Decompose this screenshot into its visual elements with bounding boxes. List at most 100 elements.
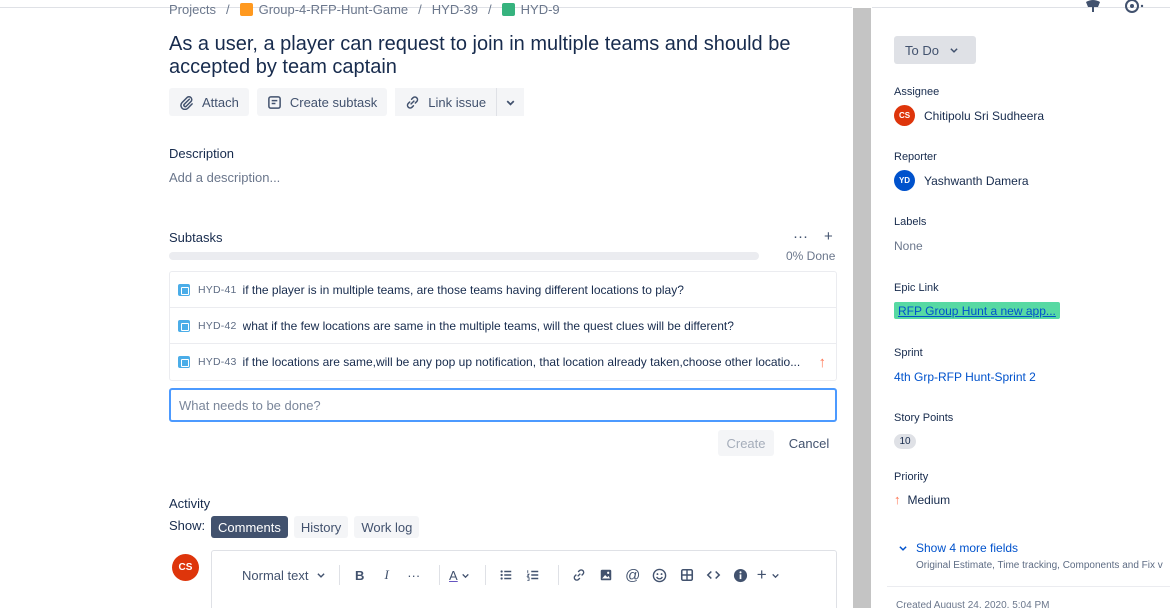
toolbar-divider: [338, 565, 340, 585]
new-subtask-input[interactable]: [169, 388, 837, 422]
story-icon: [501, 3, 515, 16]
priority-label: Priority: [894, 471, 929, 483]
text-style-dropdown[interactable]: Normal text: [242, 565, 326, 585]
chevron-down-icon: [506, 99, 515, 106]
more-fields-list: Original Estimate, Time tracking, Compon…: [916, 560, 1163, 571]
subtask-summary[interactable]: what if the few locations are same in th…: [243, 319, 826, 333]
toolbar-divider: [484, 565, 486, 585]
plus-icon: +: [756, 565, 767, 584]
subtask-type-icon: [178, 356, 190, 368]
activity-label: Activity: [169, 496, 211, 511]
sprint-label: Sprint: [894, 347, 923, 359]
arrow-up-icon: ↑: [818, 353, 827, 371]
sprint-link[interactable]: 4th Grp-RFP Hunt-Sprint 2: [894, 370, 1036, 384]
breadcrumb-parent-issue[interactable]: HYD-39: [432, 2, 478, 17]
subtask-more-button[interactable]: ···: [793, 228, 808, 245]
toolbar-divider: [557, 565, 559, 585]
labels-label: Labels: [894, 216, 927, 228]
assignee-label: Assignee: [894, 86, 940, 98]
tab-history[interactable]: History: [293, 516, 349, 538]
assignee-name: Chitipolu Sri Sudheera: [924, 108, 1045, 123]
subtask-type-icon: [178, 319, 190, 332]
subtask-key[interactable]: HYD-43: [198, 356, 237, 368]
subtask-row[interactable]: HYD-43 if the locations are same,will be…: [170, 344, 836, 380]
scrollbar-thumb[interactable]: [853, 8, 871, 608]
breadcrumb-issue[interactable]: HYD-9: [521, 2, 560, 17]
avatar: CS: [894, 105, 915, 126]
subtask-summary[interactable]: if the locations are same,will be any po…: [243, 355, 813, 369]
tab-comments[interactable]: Comments: [211, 516, 288, 538]
breadcrumb-separator: /: [488, 2, 492, 17]
create-subtask-label: Create subtask: [289, 94, 378, 110]
epic-link[interactable]: RFP Group Hunt a new app...: [894, 302, 1060, 319]
image-icon[interactable]: [595, 565, 617, 585]
link-issue-group: Link issue: [395, 88, 525, 116]
bullet-list-icon[interactable]: [495, 565, 517, 585]
bold-button[interactable]: B: [349, 565, 371, 585]
issue-toolbar: Attach Create subtask Link issue: [169, 88, 525, 116]
activity-tabs: Comments History Work log: [211, 516, 420, 538]
epic-link-label: Epic Link: [894, 282, 939, 294]
link-icon[interactable]: [568, 565, 590, 585]
attach-button[interactable]: Attach: [169, 88, 249, 116]
create-button[interactable]: Create: [718, 430, 774, 456]
create-subtask-button[interactable]: Create subtask: [256, 88, 388, 116]
view-icon[interactable]: [1124, 0, 1144, 20]
breadcrumb-separator: /: [225, 2, 230, 17]
cancel-button[interactable]: Cancel: [782, 430, 836, 456]
code-icon[interactable]: [703, 565, 725, 585]
subtask-row[interactable]: HYD-41 if the player is in multiple team…: [170, 272, 836, 308]
editor-toolbar: Normal text B I ··· A @ +: [242, 565, 785, 585]
assignee-field[interactable]: CS Chitipolu Sri Sudheera: [894, 105, 1044, 126]
reporter-name: Yashwanth Damera: [924, 173, 1029, 188]
avatar: CS: [172, 554, 199, 581]
priority-value: Medium: [907, 492, 951, 507]
chevron-down-icon: [317, 573, 325, 578]
table-icon[interactable]: [676, 565, 698, 585]
subtask-summary[interactable]: if the player is in multiple teams, are …: [243, 283, 826, 297]
subtask-progress-bar: [169, 252, 759, 260]
more-actions-button[interactable]: [497, 88, 525, 116]
attach-label: Attach: [202, 94, 239, 110]
more-formatting-button[interactable]: ···: [403, 565, 425, 585]
arrow-up-icon: ↑: [894, 492, 901, 507]
subtask-row[interactable]: HYD-42 what if the few locations are sam…: [170, 308, 836, 344]
watch-icon[interactable]: [1084, 0, 1102, 20]
issue-header-icons: [1084, 0, 1144, 20]
paperclip-icon: [180, 95, 193, 110]
subtask-key[interactable]: HYD-41: [198, 284, 237, 296]
add-subtask-button[interactable]: +: [824, 228, 833, 245]
priority-field[interactable]: ↑ Medium: [894, 492, 950, 507]
comment-editor[interactable]: Normal text B I ··· A @ +: [211, 550, 837, 608]
insert-menu-button[interactable]: +: [757, 565, 781, 585]
story-points-label: Story Points: [894, 412, 954, 424]
info-icon[interactable]: [730, 565, 752, 585]
created-timestamp: Created August 24, 2020, 5:04 PM: [896, 600, 1050, 608]
story-points-badge[interactable]: 10: [894, 434, 916, 449]
emoji-icon[interactable]: [649, 565, 671, 585]
show-more-fields-button[interactable]: Show 4 more fields: [898, 541, 1018, 555]
subtask-key[interactable]: HYD-42: [198, 320, 237, 332]
numbered-list-icon[interactable]: [522, 565, 544, 585]
italic-button[interactable]: I: [376, 565, 398, 585]
breadcrumb-separator: /: [418, 2, 422, 17]
description-field[interactable]: Add a description...: [169, 170, 280, 185]
link-issue-button[interactable]: Link issue: [395, 88, 497, 116]
subtasks-label: Subtasks: [169, 230, 223, 245]
issue-main-panel: Projects / Group-4-RFP-Hunt-Game / HYD-3…: [0, 0, 852, 608]
reporter-field[interactable]: YD Yashwanth Damera: [894, 170, 1029, 191]
chevron-down-icon: [772, 573, 780, 578]
breadcrumb-project[interactable]: Group-4-RFP-Hunt-Game: [259, 2, 409, 17]
breadcrumb-projects[interactable]: Projects: [169, 2, 216, 17]
issue-title[interactable]: As a user, a player can request to join …: [169, 33, 829, 79]
subtask-list: HYD-41 if the player is in multiple team…: [169, 271, 837, 381]
breadcrumb: Projects / Group-4-RFP-Hunt-Game / HYD-3…: [169, 2, 560, 17]
mention-icon[interactable]: @: [622, 565, 644, 585]
project-icon: [239, 3, 253, 16]
labels-field[interactable]: None: [894, 239, 923, 253]
status-dropdown[interactable]: To Do: [894, 36, 976, 64]
tab-work-log[interactable]: Work log: [354, 516, 420, 538]
text-color-label: A: [449, 567, 458, 583]
text-style-label: Normal text: [242, 567, 309, 583]
text-color-button[interactable]: A: [449, 565, 471, 585]
